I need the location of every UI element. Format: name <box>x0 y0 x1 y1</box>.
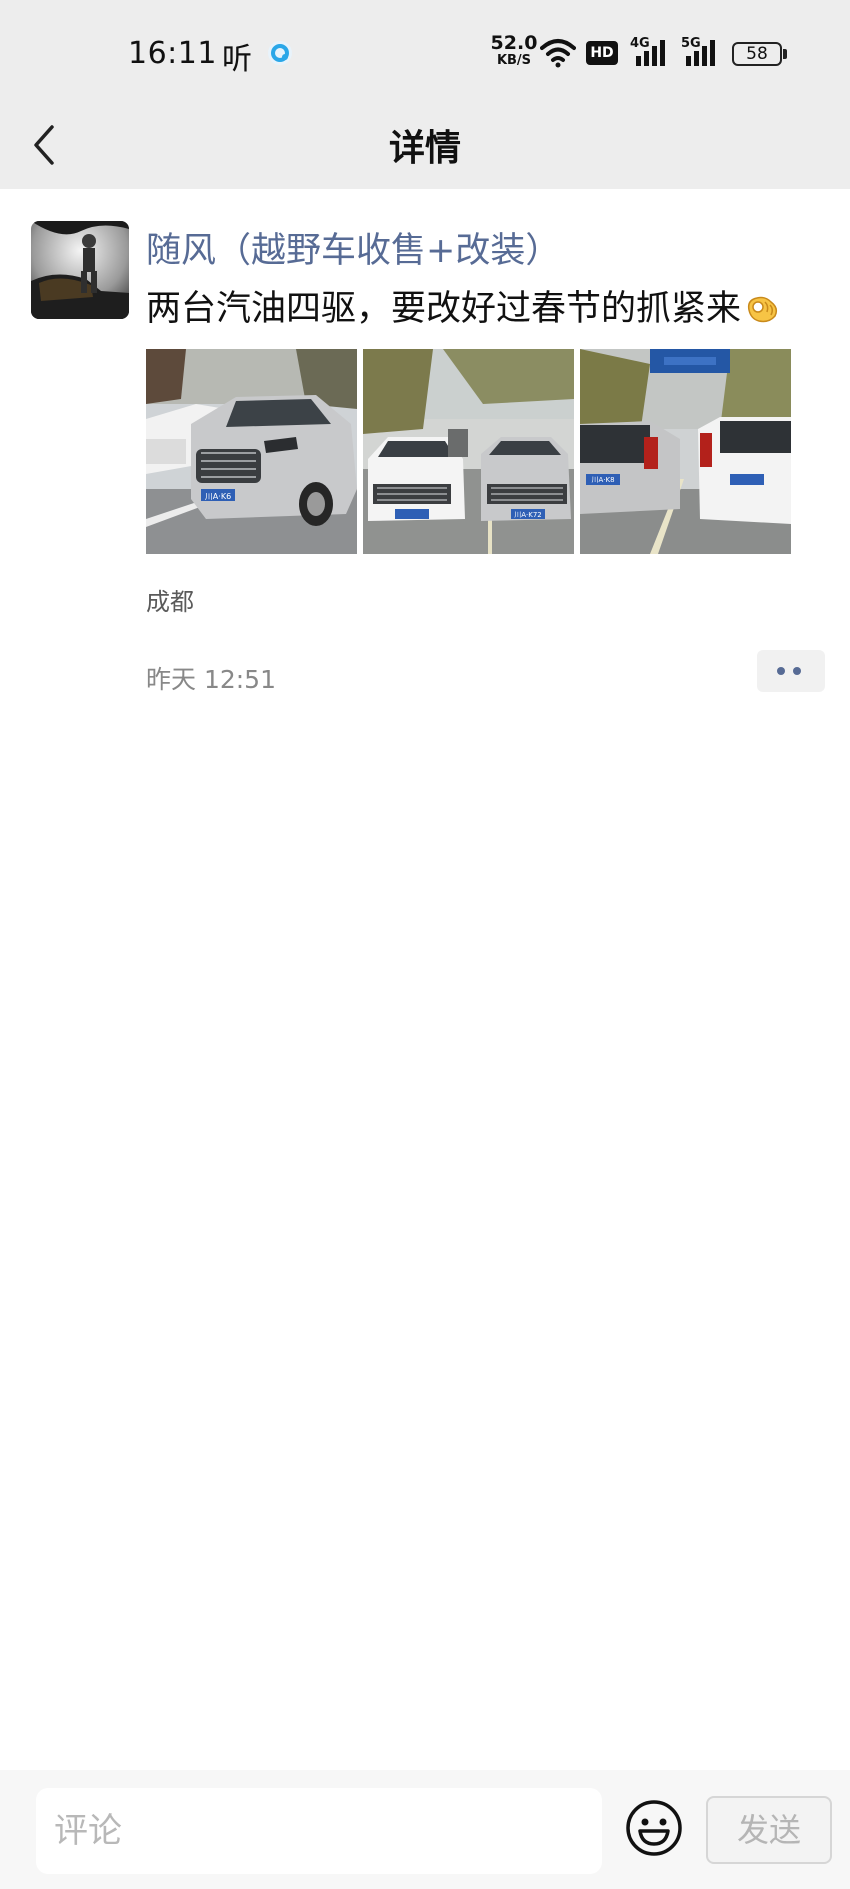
smiley-face-icon[interactable] <box>624 1798 684 1858</box>
post-text-content: 两台汽油四驱，要改好过春节的抓紧来 <box>146 289 742 329</box>
send-button[interactable]: 发送 <box>706 1796 832 1864</box>
avatar[interactable] <box>31 221 129 319</box>
notification-app-icon <box>268 41 292 65</box>
photo-3-image: 川A·K8 <box>580 349 791 554</box>
battery-indicator: 58 <box>732 42 782 66</box>
more-options-button[interactable] <box>757 650 825 692</box>
nav-bar: 详情 <box>0 105 850 189</box>
status-time: 16:11 <box>128 36 217 71</box>
ok-hand-emoji-icon <box>747 296 778 323</box>
author-name[interactable]: 随风（越野车收售+改装） <box>146 222 560 273</box>
page-title: 详情 <box>388 128 461 169</box>
battery-tip <box>783 49 787 59</box>
photo-1-image: 川A·K6 <box>146 349 357 554</box>
photo-3-plate: 川A·K8 <box>591 476 614 484</box>
photo-2-plate: 川A·K72 <box>514 511 542 519</box>
wifi-icon <box>540 39 576 68</box>
comment-input[interactable] <box>36 1788 602 1874</box>
post-photo-2[interactable]: 川A·K72 <box>363 349 574 554</box>
post-location[interactable]: 成都 <box>146 582 194 617</box>
listen-app-icon: 听 <box>222 42 252 77</box>
post-time: 昨天 12:51 <box>146 665 276 694</box>
more-dot-icon <box>793 667 801 675</box>
avatar-image <box>31 221 129 319</box>
photo-1-plate: 川A·K6 <box>205 492 231 501</box>
hd-icon: HD <box>586 41 618 65</box>
signal-5g-icon <box>686 40 715 66</box>
more-dot-icon <box>777 667 785 675</box>
post-photo-1[interactable]: 川A·K6 <box>146 349 357 554</box>
comment-bar: 发送 <box>0 1770 850 1889</box>
post-text: 两台汽油四驱，要改好过春节的抓紧来 <box>146 280 781 331</box>
network-speed-unit: KB/S <box>496 53 532 68</box>
post-photo-3[interactable]: 川A·K8 <box>580 349 791 554</box>
network-speed-value: 52.0 <box>490 32 538 54</box>
signal-4g-icon <box>636 40 665 66</box>
photo-2-image: 川A·K72 <box>363 349 574 554</box>
network-speed: 52.0 KB/S <box>490 32 538 68</box>
status-bar: 16:11 听 52.0 KB/S HD 4G 5G 58 <box>0 0 850 105</box>
